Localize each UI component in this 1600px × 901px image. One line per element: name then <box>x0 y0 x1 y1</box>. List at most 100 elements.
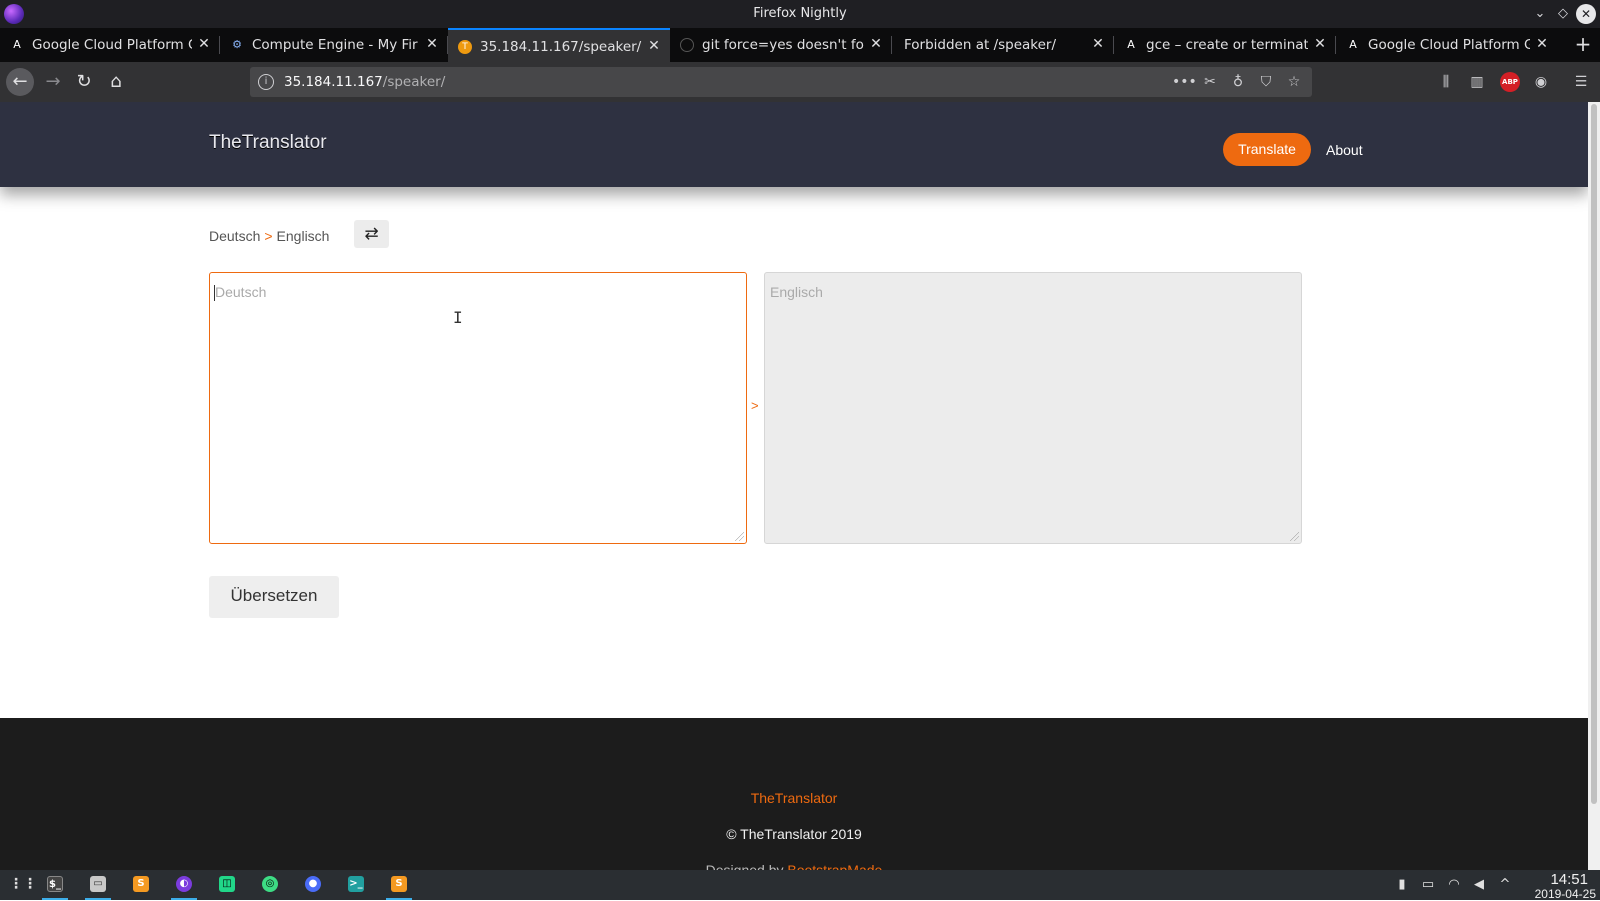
tab-label: Forbidden at /speaker/ <box>904 37 1057 53</box>
site-header: TheTranslator Translate About <box>0 102 1588 187</box>
footer-designed-prefix: Designed by <box>705 862 784 870</box>
url-bar[interactable]: i 35.184.11.167/speaker/ ••• ✂ ♁ ⛉ ☆ <box>250 67 1312 97</box>
tab-close-icon[interactable]: ✕ <box>1312 36 1328 52</box>
page-scrollbar[interactable] <box>1588 102 1600 870</box>
nav-about-link[interactable]: About <box>1326 142 1363 158</box>
tab-google-cloud-2[interactable]: A Google Cloud Platform G ✕ <box>1336 28 1558 62</box>
vpn-lock-task-icon[interactable]: ● <box>296 873 330 897</box>
bookmark-star-icon[interactable]: ☆ <box>1284 73 1304 91</box>
wifi-icon[interactable]: ◠ <box>1446 877 1462 893</box>
translator-favicon-icon: T <box>458 40 472 54</box>
tab-forbidden[interactable]: Forbidden at /speaker/ ✕ <box>892 28 1114 62</box>
source-language-label: Deutsch <box>209 228 261 244</box>
maximize-icon[interactable]: ◇ <box>1553 4 1573 24</box>
pycharm-task-icon[interactable]: ◫ <box>210 873 244 897</box>
tray-expand-icon[interactable]: ^ <box>1497 877 1513 893</box>
hamburger-menu-icon[interactable]: ☰ <box>1571 72 1591 92</box>
translate-submit-button[interactable]: Übersetzen <box>209 576 339 618</box>
window-close-icon[interactable]: ✕ <box>1576 4 1596 24</box>
tab-close-icon[interactable]: ✕ <box>1534 36 1550 52</box>
tab-compute-engine[interactable]: ⚙ Compute Engine - My Fir ✕ <box>220 28 448 62</box>
window-titlebar: Firefox Nightly ⌄ ◇ ✕ <box>0 0 1600 28</box>
tab-strip: A Google Cloud Platform G ✕ ⚙ Compute En… <box>0 28 1600 62</box>
tab-google-cloud-1[interactable]: A Google Cloud Platform G ✕ <box>0 28 220 62</box>
language-arrow: > <box>264 228 273 244</box>
sidebar-icon[interactable]: ▥ <box>1467 72 1487 92</box>
page-actions-icon[interactable]: ••• <box>1172 73 1197 91</box>
site-brand[interactable]: TheTranslator <box>209 132 327 154</box>
compute-engine-favicon-icon: ⚙ <box>232 38 242 51</box>
sublime-merge-task-icon[interactable]: S <box>382 873 416 900</box>
footer-copyright: © TheTranslator 2019 <box>726 826 862 842</box>
github-favicon-icon <box>680 38 694 52</box>
footer-credits: Designed by BootstrapMade <box>0 862 1588 870</box>
tab-close-icon[interactable]: ✕ <box>646 38 662 54</box>
sublime-text-task-icon[interactable]: S <box>124 873 158 897</box>
terminal-task-icon[interactable]: $_ <box>38 873 72 900</box>
url-host: 35.184.11.167 <box>284 74 383 90</box>
app-launcher-icon[interactable]: ⋮⋮ <box>0 873 37 897</box>
adblock-plus-icon[interactable]: ABP <box>1500 72 1520 92</box>
new-tab-icon[interactable]: + <box>1572 33 1594 55</box>
tab-label: gce – create or terminate <box>1146 37 1308 53</box>
gcp-favicon-icon: A <box>13 38 21 51</box>
footer-designer-link[interactable]: BootstrapMade <box>787 862 882 870</box>
language-direction: Deutsch > Englisch <box>209 228 329 244</box>
site-footer: TheTranslator © TheTranslator 2019 Desig… <box>0 718 1588 870</box>
scrollbar-thumb[interactable] <box>1591 104 1597 804</box>
swap-languages-button[interactable]: ⇄ <box>354 220 389 248</box>
footer-brand-link[interactable]: TheTranslator <box>0 790 1588 806</box>
tab-label: git force=yes doesn't for <box>702 37 864 53</box>
tab-label: 35.184.11.167/speaker/ <box>480 39 642 55</box>
screenshot-icon[interactable]: ✂ <box>1200 73 1220 91</box>
text-caret <box>214 285 215 301</box>
minimize-icon[interactable]: ⌄ <box>1530 4 1550 24</box>
resize-grip-icon[interactable] <box>735 532 744 541</box>
gce-favicon-icon: A <box>1127 38 1135 51</box>
tab-close-icon[interactable]: ✕ <box>1090 36 1106 52</box>
tab-speaker-active[interactable]: T 35.184.11.167/speaker/ ✕ <box>448 28 670 62</box>
pocket-icon[interactable]: ⛉ <box>1256 73 1276 91</box>
clock-date[interactable]: 2019-04-25 <box>1535 887 1596 901</box>
usb-device-icon[interactable]: ▮ <box>1394 877 1410 893</box>
tab-label: Compute Engine - My Fir <box>252 37 418 53</box>
source-placeholder: Deutsch <box>215 284 267 300</box>
target-textarea[interactable]: Englisch <box>764 272 1302 544</box>
url-text[interactable]: 35.184.11.167/speaker/ <box>284 74 445 90</box>
console-task-icon[interactable]: >_ <box>339 873 373 897</box>
tab-label: Google Cloud Platform G <box>1368 37 1530 53</box>
ibeam-cursor-icon: I <box>453 308 463 327</box>
reload-icon[interactable]: ↻ <box>70 68 98 96</box>
home-icon[interactable]: ⌂ <box>102 68 130 96</box>
lightbulb-icon[interactable]: ♁ <box>1228 73 1248 91</box>
battery-icon[interactable]: ▭ <box>1420 877 1436 893</box>
page-viewport: TheTranslator Translate About Deutsch > En… <box>0 102 1588 870</box>
account-icon[interactable]: ◉ <box>1531 72 1551 92</box>
window-title: Firefox Nightly <box>753 6 847 21</box>
back-arrow-icon[interactable]: ← <box>6 68 34 96</box>
source-textarea[interactable]: Deutsch <box>209 272 747 544</box>
tab-gce[interactable]: A gce – create or terminate ✕ <box>1114 28 1336 62</box>
volume-muted-icon[interactable]: ◀ <box>1471 877 1487 893</box>
resize-grip-icon[interactable] <box>1290 532 1299 541</box>
tab-close-icon[interactable]: ✕ <box>868 36 884 52</box>
tab-git-force[interactable]: git force=yes doesn't for ✕ <box>670 28 892 62</box>
nav-translate-button[interactable]: Translate <box>1223 133 1311 166</box>
target-placeholder: Englisch <box>770 284 823 300</box>
gcp-favicon-icon: A <box>1349 38 1357 51</box>
url-path: /speaker/ <box>382 74 446 90</box>
site-info-icon[interactable]: i <box>258 74 274 90</box>
navigation-toolbar: ← → ↻ ⌂ i 35.184.11.167/speaker/ ••• ✂ ♁… <box>0 62 1600 102</box>
target-language-label: Englisch <box>276 228 330 244</box>
tab-close-icon[interactable]: ✕ <box>424 36 440 52</box>
firefox-task-icon[interactable]: ◐ <box>167 873 201 900</box>
clock-time[interactable]: 14:51 <box>1550 871 1588 888</box>
library-icon[interactable]: ⫼ <box>1436 72 1456 92</box>
tab-label: Google Cloud Platform G <box>32 37 192 53</box>
system-taskbar: ⋮⋮ $_ ▭ S ◐ ◫ ◎ ● >_ S ▮ ▭ ◠ ◀ ^ 14:51 2… <box>0 870 1600 901</box>
forward-arrow-icon[interactable]: → <box>39 68 67 96</box>
android-studio-task-icon[interactable]: ◎ <box>253 873 287 897</box>
tab-close-icon[interactable]: ✕ <box>196 36 212 52</box>
swap-arrows-icon: ⇄ <box>364 224 379 244</box>
file-manager-task-icon[interactable]: ▭ <box>81 873 115 900</box>
